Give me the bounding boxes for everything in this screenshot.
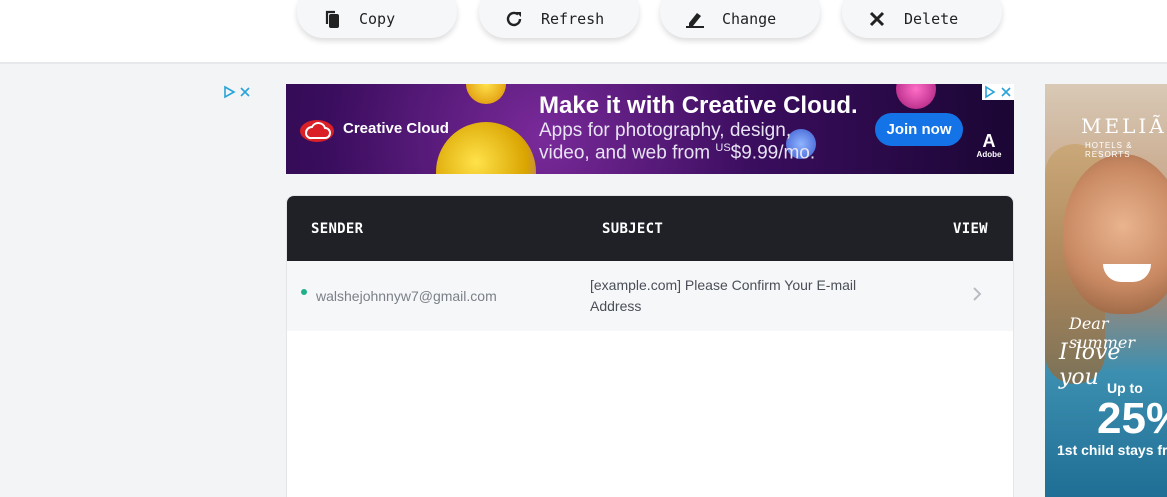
- copy-button[interactable]: Copy: [297, 0, 457, 38]
- sender-email: walshejohnnyw7@gmail.com: [316, 288, 497, 304]
- refresh-button[interactable]: Refresh: [479, 0, 639, 38]
- delete-button-label: Delete: [904, 10, 959, 28]
- refresh-icon: [503, 8, 525, 30]
- ad-subline-prefix: video, and web from: [539, 142, 716, 164]
- adchoices-icon[interactable]: [223, 85, 253, 99]
- unread-indicator: [301, 289, 307, 295]
- change-button-label: Change: [722, 10, 777, 28]
- table-header: SENDER SUBJECT VIEW: [287, 196, 1013, 261]
- ad-brand: Creative Cloud: [343, 120, 449, 137]
- join-now-button[interactable]: Join now: [875, 113, 963, 146]
- table-row[interactable]: walshejohnnyw7@gmail.com [example.com] P…: [287, 261, 1013, 331]
- melia-hotels-ad[interactable]: MELIÃ HOTELS & RESORTS Dear summer I lov…: [1045, 84, 1167, 497]
- ad-discount: 25%: [1097, 394, 1167, 443]
- planet-graphic: [896, 84, 936, 109]
- melia-logo: MELIÃ: [1081, 114, 1167, 138]
- creative-cloud-ad[interactable]: Creative Cloud Make it with Creative Clo…: [286, 84, 1014, 174]
- delete-button[interactable]: Delete: [842, 0, 1002, 38]
- subject-header: SUBJECT: [602, 221, 664, 237]
- ad-headline: Make it with Creative Cloud.: [539, 92, 858, 119]
- refresh-button-label: Refresh: [541, 10, 605, 28]
- edit-icon: [684, 8, 706, 30]
- copy-button-label: Copy: [359, 10, 396, 28]
- toolbar: Copy Refresh Change Delete: [0, 0, 1167, 64]
- melia-logo-sub: HOTELS & RESORTS: [1085, 141, 1133, 159]
- chevron-right-icon[interactable]: [971, 285, 983, 303]
- copy-icon: [321, 8, 343, 30]
- sender-header: SENDER: [311, 221, 364, 237]
- close-icon: [866, 8, 888, 30]
- ad-offer: 1st child stays free: [1057, 442, 1167, 458]
- ad-subline-1: Apps for photography, design,: [539, 120, 792, 141]
- change-button[interactable]: Change: [660, 0, 820, 38]
- ad-currency: US: [715, 142, 731, 154]
- ad-photo-face: [1063, 154, 1167, 314]
- email-subject: [example.com] Please Confirm Your E-mail…: [590, 277, 857, 314]
- planet-graphic: [436, 122, 536, 174]
- creative-cloud-logo: [298, 114, 336, 144]
- adobe-logo: A Adobe: [976, 131, 1002, 159]
- adobe-wordmark: Adobe: [976, 150, 1002, 159]
- inbox-table: SENDER SUBJECT VIEW walshejohnnyw7@gmail…: [286, 195, 1014, 497]
- planet-graphic: [466, 84, 506, 104]
- ad-price: $9.99/mo.: [730, 142, 816, 164]
- ad-subline-2: video, and web from US$9.99/mo.: [539, 142, 815, 164]
- view-header: VIEW: [953, 221, 988, 237]
- adchoices-icon[interactable]: [982, 84, 1014, 100]
